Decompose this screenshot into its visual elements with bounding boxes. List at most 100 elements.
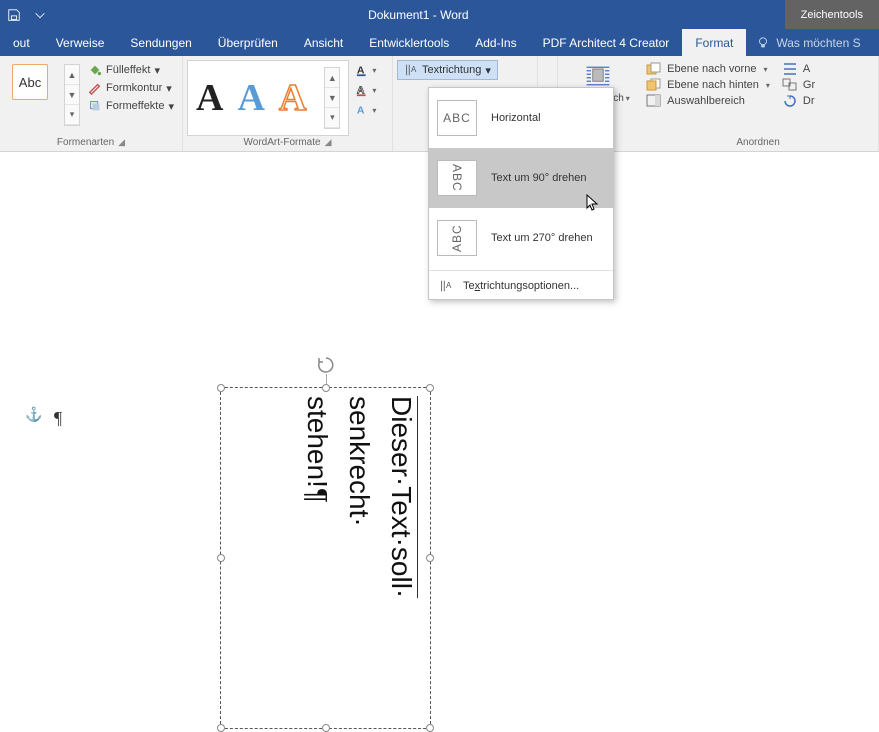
- wordart-gallery[interactable]: A A A ▲ ▼ ▾: [187, 60, 349, 136]
- rotate-handle-icon[interactable]: [317, 356, 335, 374]
- resize-handle-s[interactable]: [322, 724, 330, 732]
- chevron-down-icon: ▾: [626, 94, 630, 103]
- scroll-more-icon[interactable]: ▾: [65, 105, 79, 125]
- shape-style-gallery[interactable]: Abc: [12, 64, 48, 100]
- tab-entwicklertools[interactable]: Entwicklertools: [356, 29, 462, 56]
- shape-effects-button[interactable]: Formeffekte ▾: [84, 98, 178, 114]
- group-wordart: A A A ▲ ▼ ▾ A▾ A▾ A▾ WordArt-Formate◢: [183, 56, 393, 151]
- svg-text:A: A: [357, 105, 365, 117]
- dialog-launcher-icon[interactable]: ◢: [118, 137, 125, 148]
- anchor-icon: ⚓: [25, 406, 42, 423]
- text-outline-icon: A: [356, 83, 370, 97]
- selection-pane-icon: [646, 94, 662, 108]
- group-button[interactable]: Gr: [778, 78, 819, 92]
- tab-ansicht[interactable]: Ansicht: [291, 29, 356, 56]
- wordart-style-1[interactable]: A: [196, 76, 223, 120]
- chevron-down-icon: ▾: [372, 106, 376, 115]
- bring-forward-button[interactable]: Ebene nach vorne▾: [642, 62, 774, 76]
- text-direction-button[interactable]: A Textrichtung ▾: [397, 60, 498, 80]
- resize-handle-sw[interactable]: [217, 724, 225, 732]
- text-direction-icon: A: [404, 63, 418, 77]
- dropdown-separator: [429, 270, 613, 271]
- align-icon: [782, 62, 798, 76]
- resize-handle-n[interactable]: [322, 384, 330, 392]
- text-box[interactable]: Dieser·Text·soll· senkrecht· stehen!¶: [220, 387, 431, 729]
- tab-layout[interactable]: out: [0, 29, 43, 56]
- resize-handle-se[interactable]: [426, 724, 434, 732]
- mouse-cursor-icon: [586, 194, 600, 217]
- text-line-3: stehen!¶: [302, 396, 333, 503]
- ribbon-tabs: out Verweise Sendungen Überprüfen Ansich…: [0, 29, 879, 56]
- rotate-handle-line: [326, 374, 327, 384]
- dropdown-item-horizontal[interactable]: ABC Horizontal: [429, 88, 613, 148]
- shape-fill-button[interactable]: Fülleffekt ▾: [84, 62, 178, 78]
- wordart-style-3[interactable]: A: [279, 76, 306, 120]
- group-formenarten: Abc ▲ ▼ ▾ Fülleffekt ▾ Formkontur ▾ Form…: [0, 56, 183, 151]
- text-fill-button[interactable]: A▾: [353, 62, 379, 78]
- save-icon[interactable]: [2, 3, 26, 27]
- shape-outline-button[interactable]: Formkontur ▾: [84, 80, 178, 96]
- bring-forward-icon: [646, 62, 662, 76]
- svg-text:A: A: [446, 281, 452, 290]
- text-wrap-icon: [584, 62, 612, 90]
- lightbulb-icon: [756, 36, 770, 50]
- text-effects-button[interactable]: A▾: [353, 102, 379, 118]
- wordart-style-2[interactable]: A: [237, 76, 264, 120]
- tab-addins[interactable]: Add-Ins: [462, 29, 529, 56]
- tab-pdf-architect[interactable]: PDF Architect 4 Creator: [530, 29, 683, 56]
- wordart-gallery-scroll[interactable]: ▲ ▼ ▾: [324, 67, 340, 129]
- send-backward-icon: [646, 78, 662, 92]
- chevron-down-icon: ▾: [154, 64, 160, 77]
- rotate-90-preview-icon: ABC: [437, 160, 477, 196]
- rotate-button[interactable]: Dr: [778, 94, 819, 108]
- rotate-icon: [782, 94, 798, 108]
- text-line-1: Dieser·Text·soll·: [386, 396, 418, 598]
- bucket-icon: [88, 63, 102, 77]
- chevron-down-icon: ▾: [169, 100, 175, 113]
- text-outline-button[interactable]: A▾: [353, 82, 379, 98]
- tell-me-box[interactable]: Was möchten S: [746, 29, 870, 56]
- pen-icon: [88, 81, 102, 95]
- text-effects-icon: A: [356, 103, 370, 117]
- scroll-up-icon[interactable]: ▲: [65, 65, 79, 85]
- chevron-down-icon: ▾: [485, 64, 491, 77]
- text-line-2: senkrecht·: [344, 396, 375, 527]
- rotate-270-preview-icon: ABC: [437, 220, 477, 256]
- tab-verweise[interactable]: Verweise: [43, 29, 118, 56]
- scroll-down-icon[interactable]: ▼: [325, 88, 339, 108]
- chevron-down-icon: ▾: [372, 66, 376, 75]
- chevron-down-icon: ▾: [372, 86, 376, 95]
- align-button[interactable]: A: [778, 62, 819, 76]
- selection-pane-button[interactable]: Auswahlbereich: [642, 94, 774, 108]
- dropdown-item-options[interactable]: A Textrichtungsoptionen...: [429, 273, 613, 299]
- group-label-formenarten: Formenarten: [57, 137, 114, 148]
- scroll-more-icon[interactable]: ▾: [325, 108, 339, 128]
- tell-me-label: Was möchten S: [776, 36, 860, 50]
- resize-handle-ne[interactable]: [426, 384, 434, 392]
- group-icon: [782, 78, 798, 92]
- chevron-down-icon: ▾: [166, 82, 172, 95]
- resize-handle-nw[interactable]: [217, 384, 225, 392]
- text-box-content[interactable]: Dieser·Text·soll· senkrecht· stehen!¶: [229, 396, 422, 720]
- dropdown-item-rotate-270[interactable]: ABC Text um 270° drehen: [429, 208, 613, 268]
- group-label-anordnen: Anordnen: [736, 137, 779, 148]
- qat-customize-icon[interactable]: [28, 3, 52, 27]
- tab-format[interactable]: Format: [682, 29, 746, 56]
- text-fill-icon: A: [356, 63, 370, 77]
- shape-gallery-scroll[interactable]: ▲ ▼ ▾: [64, 64, 80, 126]
- svg-text:A: A: [411, 65, 417, 74]
- tab-sendungen[interactable]: Sendungen: [117, 29, 204, 56]
- chevron-down-icon: ▾: [763, 65, 767, 74]
- send-backward-button[interactable]: Ebene nach hinten▾: [642, 78, 774, 92]
- horizontal-preview-icon: ABC: [437, 100, 477, 136]
- window-title: Dokument1 - Word: [52, 8, 785, 22]
- tab-ueberpruefen[interactable]: Überprüfen: [205, 29, 291, 56]
- scroll-down-icon[interactable]: ▼: [65, 85, 79, 105]
- effects-icon: [88, 99, 102, 113]
- group-anordnen: Ebene nach vorne▾ Ebene nach hinten▾ Aus…: [638, 56, 879, 151]
- resize-handle-w[interactable]: [217, 554, 225, 562]
- resize-handle-e[interactable]: [426, 554, 434, 562]
- quick-access-toolbar: [0, 3, 52, 27]
- dialog-launcher-icon[interactable]: ◢: [325, 137, 332, 148]
- scroll-up-icon[interactable]: ▲: [325, 68, 339, 88]
